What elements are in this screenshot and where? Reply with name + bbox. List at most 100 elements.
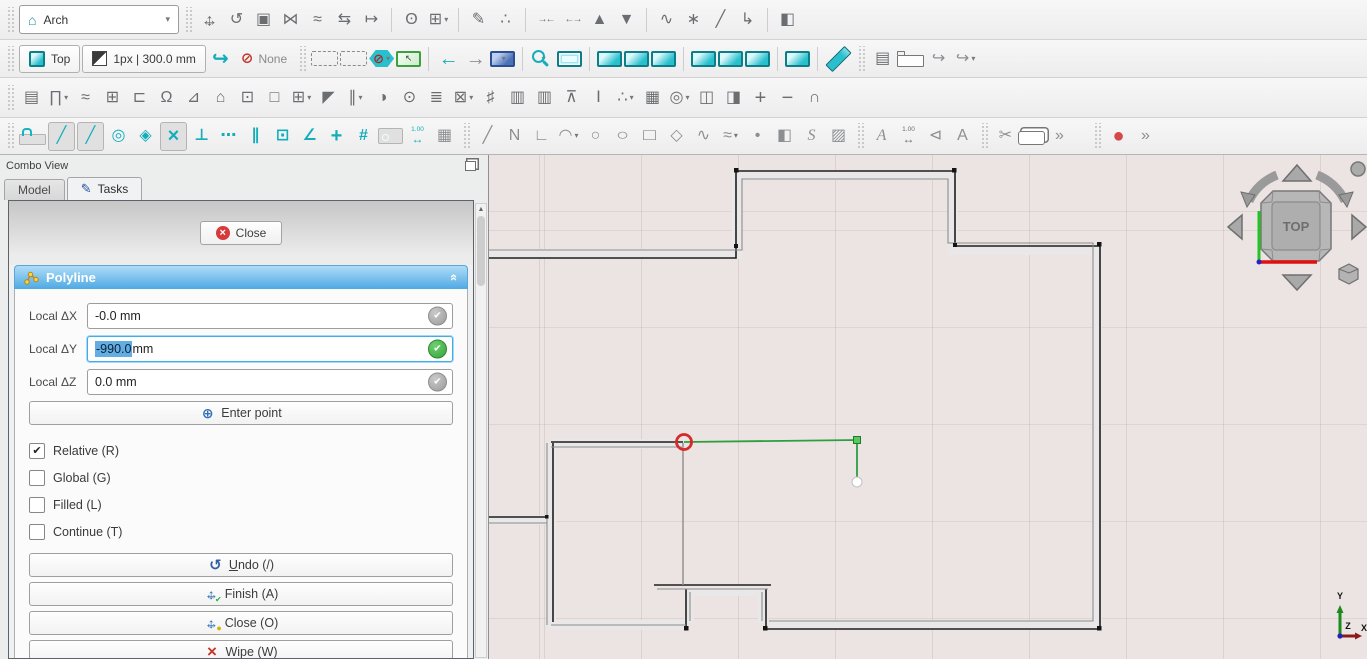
- annotation-styles-icon[interactable]: A: [950, 123, 975, 150]
- snap-angle-icon[interactable]: ◈: [133, 123, 158, 150]
- snap-lock-icon[interactable]: [19, 134, 46, 145]
- nav-back-icon[interactable]: ←: [436, 45, 461, 72]
- shapestring-icon[interactable]: S: [799, 123, 824, 150]
- snap-near-icon[interactable]: ∠: [297, 123, 322, 150]
- circle-icon[interactable]: ○: [583, 123, 608, 150]
- panel-sheet-icon[interactable]: ◤: [316, 84, 341, 111]
- arc-icon[interactable]: ◠▾: [556, 123, 581, 150]
- dropdown-caret[interactable]: ▾: [734, 132, 738, 140]
- tab-tasks[interactable]: ✎ Tasks: [67, 177, 143, 200]
- view-front-icon[interactable]: [597, 51, 622, 67]
- pipe-icon[interactable]: ◎▾: [667, 84, 692, 111]
- add-component-icon[interactable]: +: [748, 84, 773, 111]
- relative-checkbox[interactable]: [29, 443, 45, 459]
- measure-icon[interactable]: [826, 45, 852, 71]
- dimension-icon[interactable]: [896, 123, 921, 150]
- house-icon[interactable]: ⌂: [208, 84, 233, 111]
- rebar-icon[interactable]: ≈: [73, 84, 98, 111]
- toolbar-grip[interactable]: [184, 7, 192, 33]
- line-style-button[interactable]: 1px | 300.0 mm: [82, 45, 206, 73]
- shape-2d-view-icon[interactable]: ↳: [735, 6, 760, 33]
- cut-plane-icon[interactable]: ◫: [694, 84, 719, 111]
- dropdown-caret[interactable]: ▾: [685, 94, 689, 102]
- dropdown-caret[interactable]: ▾: [64, 94, 68, 102]
- snap-intersection-icon[interactable]: ×: [160, 122, 187, 151]
- toolbar-grip[interactable]: [1093, 123, 1101, 149]
- cut-with-line-icon[interactable]: ◨: [721, 84, 746, 111]
- working-plane-button[interactable]: Top: [19, 45, 80, 73]
- snap-ortho-icon[interactable]: +: [324, 123, 349, 150]
- dropdown-caret[interactable]: ▾: [386, 55, 390, 63]
- toolbar-grip[interactable]: [980, 123, 988, 149]
- tab-model[interactable]: Model: [4, 179, 65, 200]
- toolbar-grip[interactable]: [856, 123, 864, 149]
- point-icon[interactable]: •: [745, 123, 770, 150]
- snap-center-icon[interactable]: ◎: [106, 123, 131, 150]
- view-bottom-icon[interactable]: [718, 51, 743, 67]
- profile-icon[interactable]: Ⅰ: [586, 84, 611, 111]
- macro-record-icon[interactable]: ●: [1106, 123, 1131, 150]
- rectangle-icon[interactable]: □: [633, 123, 667, 150]
- finish-button[interactable]: ✔ Finish (A): [29, 582, 453, 606]
- close-wire-button[interactable]: ● Close (O): [29, 611, 453, 635]
- join-icon[interactable]: →←: [533, 6, 558, 33]
- export-icon[interactable]: ↪: [926, 45, 951, 72]
- dropdown-caret[interactable]: ▾: [574, 132, 578, 140]
- text-icon[interactable]: A: [869, 123, 894, 150]
- window-icon[interactable]: ⊞▾: [289, 84, 314, 111]
- roof-icon[interactable]: ⊿: [181, 84, 206, 111]
- move-icon[interactable]: [197, 6, 222, 33]
- copy-icon[interactable]: [1018, 131, 1045, 145]
- pipe-fittings-icon[interactable]: ∥▾: [343, 84, 368, 111]
- add-point-icon[interactable]: ∗: [681, 6, 706, 33]
- view-axonometric-icon[interactable]: [785, 51, 810, 67]
- space-icon[interactable]: □: [262, 84, 287, 111]
- downgrade-icon[interactable]: ▼: [614, 6, 639, 33]
- mirror-icon[interactable]: ⋈: [278, 6, 303, 33]
- viewport-3d[interactable]: TOP Y X Z: [489, 155, 1367, 659]
- continue-checkbox[interactable]: [29, 524, 45, 540]
- railing-icon[interactable]: ▥: [532, 84, 557, 111]
- selection-view-icon[interactable]: ↖: [396, 51, 421, 67]
- view-right-icon[interactable]: [651, 51, 676, 67]
- snap-extension-icon[interactable]: ⋯: [216, 123, 241, 150]
- task-scrollbar[interactable]: ▲: [475, 203, 487, 658]
- schedule-icon[interactable]: ▦: [640, 84, 665, 111]
- draw-style-icon[interactable]: ⊘▾: [369, 50, 394, 67]
- enter-point-button[interactable]: Enter point: [29, 401, 453, 425]
- navigation-cube[interactable]: TOP: [1225, 159, 1367, 295]
- fillet-icon[interactable]: ∟: [529, 123, 554, 150]
- bezier-icon[interactable]: ≈▾: [718, 123, 743, 150]
- dropdown-caret[interactable]: ▾: [542, 55, 546, 63]
- upgrade-icon[interactable]: ▲: [587, 6, 612, 33]
- draft-to-sketch-icon[interactable]: ◧: [775, 6, 800, 33]
- polygon-icon[interactable]: ◇: [664, 123, 689, 150]
- dropdown-caret[interactable]: ▾: [307, 94, 311, 102]
- facebinder-icon[interactable]: ◧: [772, 123, 797, 150]
- clone-icon[interactable]: ʘ: [399, 6, 424, 33]
- bspline-icon[interactable]: ∿: [691, 123, 716, 150]
- dropdown-caret[interactable]: ▾: [444, 16, 448, 24]
- snap-special-icon[interactable]: ⊡: [270, 123, 295, 150]
- toolbar-grip[interactable]: [6, 123, 14, 149]
- workbench-selector[interactable]: ⌂Arch▾: [19, 5, 179, 34]
- view-rear-icon[interactable]: [691, 51, 716, 67]
- toolbar-grip[interactable]: [462, 123, 470, 149]
- nav-forward-icon[interactable]: →: [463, 45, 488, 72]
- view-group-icon[interactable]: ▾: [490, 51, 515, 67]
- curtain-wall-icon[interactable]: ⊞: [100, 84, 125, 111]
- toolbar-grip[interactable]: [6, 46, 14, 72]
- remove-component-icon[interactable]: −: [775, 84, 800, 111]
- dropdown-caret[interactable]: ▾: [358, 94, 362, 102]
- global-checkbox[interactable]: [29, 470, 45, 486]
- dropdown-caret[interactable]: ▾: [469, 94, 473, 102]
- frame-icon[interactable]: ♯: [478, 84, 503, 111]
- collapse-icon[interactable]: «: [447, 274, 462, 281]
- section-plane-icon[interactable]: ⊙: [397, 84, 422, 111]
- relative-checkbox-row[interactable]: Relative (R): [29, 437, 453, 464]
- folder-icon[interactable]: [897, 55, 924, 67]
- toolbar-grip[interactable]: [6, 7, 14, 33]
- filled-checkbox-row[interactable]: Filled (L): [29, 491, 453, 518]
- continue-checkbox-row[interactable]: Continue (T): [29, 518, 453, 545]
- snap-endpoint-icon[interactable]: ╱: [48, 122, 75, 151]
